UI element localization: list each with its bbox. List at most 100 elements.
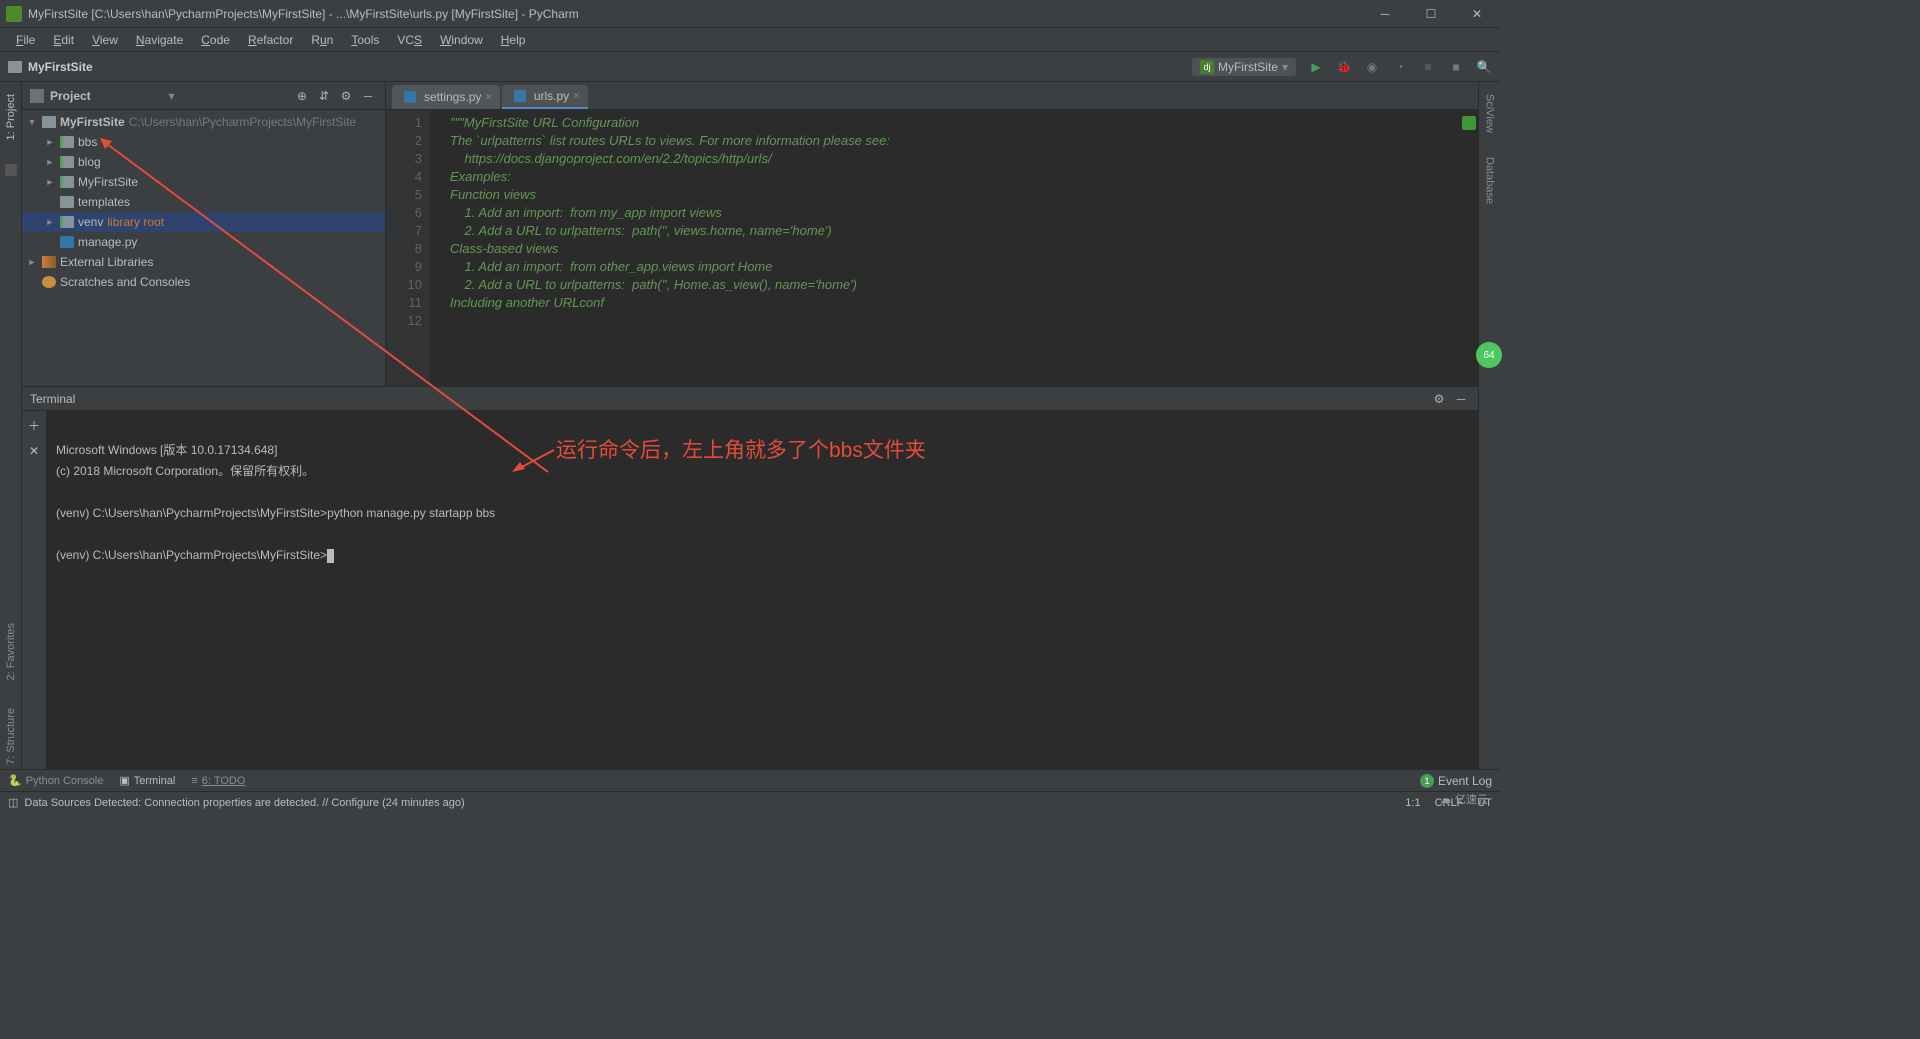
right-tool-gutter: SciView Database <box>1478 82 1500 769</box>
arrow-icon[interactable]: ► <box>44 176 56 188</box>
gutter-project[interactable]: 1: Project <box>5 90 17 144</box>
gutter-icon[interactable] <box>5 164 17 176</box>
app-icon <box>6 6 22 22</box>
locate-icon[interactable]: ⊕ <box>293 87 311 105</box>
django-icon: dj <box>1200 60 1214 74</box>
arrow-icon[interactable]: ▼ <box>26 116 38 128</box>
terminal-title[interactable]: Terminal <box>30 392 1426 406</box>
arrow-icon[interactable]: ► <box>44 136 56 148</box>
tree-item-templates[interactable]: templates <box>22 192 385 212</box>
maximize-button[interactable]: ☐ <box>1408 0 1454 28</box>
tool-todo[interactable]: ≡ 6: TODO <box>191 775 245 787</box>
hide-icon[interactable]: ─ <box>1452 390 1470 408</box>
close-icon[interactable]: × <box>485 91 491 103</box>
gutter-structure[interactable]: 7: Structure <box>5 704 17 769</box>
todo-icon: ≡ <box>191 775 197 787</box>
menu-tools[interactable]: Tools <box>343 31 387 49</box>
python-icon: 🐍 <box>8 774 22 787</box>
tree-item-blog[interactable]: ► blog <box>22 152 385 172</box>
bottom-toolbar: 🐍 Python Console ▣ Terminal ≡ 6: TODO 1 … <box>0 769 1500 791</box>
tree-item-venv[interactable]: ► venv library root <box>22 212 385 232</box>
tree-root-hint: C:\Users\han\PycharmProjects\MyFirstSite <box>129 115 356 129</box>
profile-button[interactable]: ◔ <box>1392 59 1408 75</box>
menu-refactor[interactable]: Refactor <box>240 31 301 49</box>
gutter-database[interactable]: Database <box>1484 153 1496 208</box>
event-log-button[interactable]: 1 Event Log <box>1420 774 1492 788</box>
gutter-favorites[interactable]: 2: Favorites <box>5 619 17 684</box>
menu-file[interactable]: File <box>8 31 43 49</box>
hide-icon[interactable]: ─ <box>359 87 377 105</box>
menu-view[interactable]: View <box>84 31 126 49</box>
menu-vcs[interactable]: VCS <box>389 31 430 49</box>
tree-item-manage[interactable]: manage.py <box>22 232 385 252</box>
chevron-down-icon[interactable]: ▾ <box>168 89 174 103</box>
tree-root[interactable]: ▼ MyFirstSite C:\Users\han\PycharmProjec… <box>22 112 385 132</box>
tree-item-bbs[interactable]: ► bbs <box>22 132 385 152</box>
arrow-icon[interactable]: ► <box>44 216 56 228</box>
tree-label: blog <box>78 155 101 169</box>
terminal-icon: ▣ <box>119 774 129 787</box>
menu-edit[interactable]: Edit <box>45 31 82 49</box>
code-content[interactable]: """MyFirstSite URL Configuration The `ur… <box>430 110 1478 386</box>
tree-root-name: MyFirstSite <box>60 115 125 129</box>
code-editor[interactable]: 123456789101112 """MyFirstSite URL Confi… <box>386 110 1478 386</box>
tool-python-console[interactable]: 🐍 Python Console <box>8 774 103 787</box>
gear-icon[interactable]: ⚙ <box>337 87 355 105</box>
stop-button[interactable]: ■ <box>1448 59 1464 75</box>
collapse-icon[interactable]: ⇵ <box>315 87 333 105</box>
close-terminal-icon[interactable]: ✕ <box>29 444 39 458</box>
python-file-icon <box>404 91 416 103</box>
run-config-label: MyFirstSite <box>1218 60 1278 74</box>
status-icon[interactable]: ◫ <box>8 796 18 809</box>
tab-urls[interactable]: urls.py × <box>502 85 588 109</box>
project-tree[interactable]: ▼ MyFirstSite C:\Users\han\PycharmProjec… <box>22 110 385 386</box>
window-title: MyFirstSite [C:\Users\han\PycharmProject… <box>28 7 1362 21</box>
float-badge[interactable]: 64 <box>1476 342 1502 368</box>
arrow-icon[interactable]: ► <box>26 256 38 268</box>
status-message[interactable]: Data Sources Detected: Connection proper… <box>24 797 464 809</box>
project-panel-title[interactable]: Project <box>50 89 164 103</box>
coverage-button[interactable]: ◉ <box>1364 59 1380 75</box>
menu-navigate[interactable]: Navigate <box>128 31 191 49</box>
breadcrumb[interactable]: MyFirstSite <box>28 60 93 74</box>
close-icon[interactable]: × <box>573 90 579 102</box>
caret-position[interactable]: 1:1 <box>1405 797 1420 809</box>
arrow-icon[interactable]: ► <box>44 156 56 168</box>
editor-area: settings.py × urls.py × 123456789101112 … <box>386 82 1478 386</box>
folder-icon <box>8 61 22 73</box>
tab-label: urls.py <box>534 89 569 103</box>
minimize-button[interactable]: ─ <box>1362 0 1408 28</box>
tree-hint: library root <box>107 215 164 229</box>
tree-label: MyFirstSite <box>78 175 138 189</box>
menu-run[interactable]: Run <box>303 31 341 49</box>
tree-scratches[interactable]: Scratches and Consoles <box>22 272 385 292</box>
debug-button[interactable]: 🐞 <box>1336 59 1352 75</box>
terminal-tool-window: Terminal ⚙ ─ ＋ ✕ Microsoft Windows [版本 1… <box>22 386 1478 769</box>
project-tool-window: Project ▾ ⊕ ⇵ ⚙ ─ ▼ MyFirstSite C:\Users… <box>22 82 386 386</box>
menu-help[interactable]: Help <box>493 31 534 49</box>
arrow-icon <box>26 276 38 288</box>
terminal-content[interactable]: Microsoft Windows [版本 10.0.17134.648] (c… <box>46 411 1478 769</box>
navbar: MyFirstSite dj MyFirstSite ▾ ▶ 🐞 ◉ ◔ ≡ ■… <box>0 52 1500 82</box>
add-terminal-icon[interactable]: ＋ <box>28 417 40 434</box>
search-everywhere-button[interactable]: 🔍 <box>1476 59 1492 75</box>
tool-terminal[interactable]: ▣ Terminal <box>119 774 175 787</box>
arrow-icon <box>44 196 56 208</box>
tree-external-libs[interactable]: ► External Libraries <box>22 252 385 272</box>
tab-settings[interactable]: settings.py × <box>392 85 500 109</box>
menu-code[interactable]: Code <box>193 31 238 49</box>
library-icon <box>42 256 56 268</box>
gutter-sciview[interactable]: SciView <box>1484 90 1496 137</box>
package-icon <box>60 156 74 168</box>
package-icon <box>60 176 74 188</box>
run-config-selector[interactable]: dj MyFirstSite ▾ <box>1192 58 1296 76</box>
tree-label: templates <box>78 195 130 209</box>
package-icon <box>60 136 74 148</box>
gear-icon[interactable]: ⚙ <box>1430 390 1448 408</box>
concurrency-button[interactable]: ≡ <box>1420 59 1436 75</box>
close-button[interactable]: ✕ <box>1454 0 1500 28</box>
tree-item-myfirstsite[interactable]: ► MyFirstSite <box>22 172 385 192</box>
menu-window[interactable]: Window <box>432 31 491 49</box>
run-button[interactable]: ▶ <box>1308 59 1324 75</box>
analysis-marker[interactable] <box>1462 116 1476 130</box>
